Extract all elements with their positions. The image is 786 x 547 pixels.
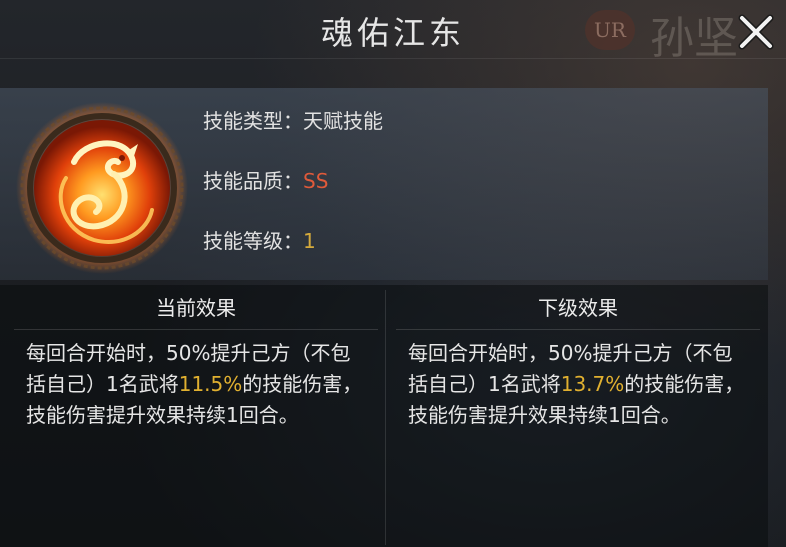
skill-type-row: 技能类型：天赋技能	[203, 106, 383, 166]
current-effect-header: 当前效果	[14, 285, 378, 330]
skill-level-value: 1	[303, 229, 316, 253]
current-effect-description: 每回合开始时，50%提升己方（不包括自己）1名武将11.5%的技能伤害，技能伤害…	[10, 330, 382, 431]
skill-type-label: 技能类型：	[203, 109, 303, 133]
current-effect-value: 11.5%	[178, 372, 243, 396]
skill-level-label: 技能等级：	[203, 229, 303, 253]
close-icon	[738, 14, 774, 50]
skill-title: 魂佑江东	[320, 14, 465, 52]
close-button[interactable]	[734, 10, 778, 54]
skill-attributes: 技能类型：天赋技能 技能品质：SS 技能等级：1	[203, 106, 383, 286]
current-effect-column: 当前效果 每回合开始时，50%提升己方（不包括自己）1名武将11.5%的技能伤害…	[10, 285, 382, 547]
skill-quality-value: SS	[303, 169, 329, 193]
next-effect-header: 下级效果	[396, 285, 760, 330]
skill-quality-label: 技能品质：	[203, 169, 303, 193]
skill-quality-row: 技能品质：SS	[203, 166, 383, 226]
next-effect-description: 每回合开始时，50%提升己方（不包括自己）1名武将13.7%的技能伤害，技能伤害…	[392, 330, 764, 431]
next-effect-value: 13.7%	[560, 372, 625, 396]
skill-type-value: 天赋技能	[303, 109, 383, 133]
effects-panel: 当前效果 每回合开始时，50%提升己方（不包括自己）1名武将11.5%的技能伤害…	[0, 285, 768, 547]
skill-level-row: 技能等级：1	[203, 226, 383, 286]
next-effect-column: 下级效果 每回合开始时，50%提升己方（不包括自己）1名武将13.7%的技能伤害…	[392, 285, 764, 547]
title-bar: 魂佑江东	[0, 0, 786, 59]
dragon-emblem-icon	[14, 100, 190, 276]
column-divider	[385, 290, 386, 545]
